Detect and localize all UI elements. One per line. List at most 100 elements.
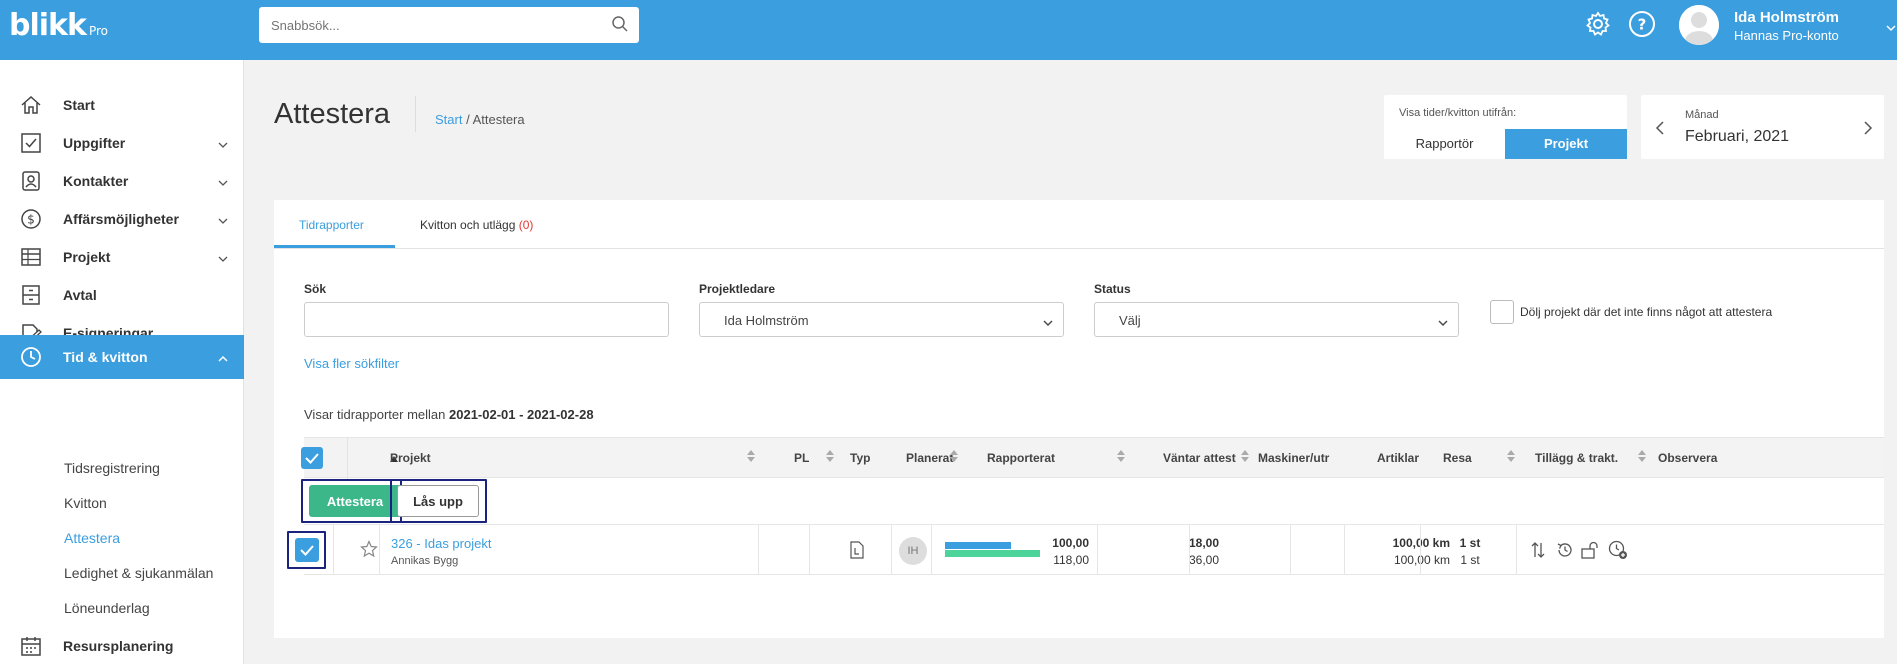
waiting-value-a: 18,00 — [1188, 536, 1219, 550]
month-label: Månad — [1685, 109, 1719, 121]
col-maskiner[interactable]: Maskiner/utr — [1258, 451, 1329, 465]
quick-search[interactable] — [259, 7, 639, 43]
date-range-prefix: Visar tidrapporter mellan — [304, 407, 449, 422]
column-divider — [333, 525, 334, 575]
col-observera[interactable]: Observera — [1658, 451, 1717, 465]
chevron-down-icon — [1438, 315, 1448, 330]
chevron-down-icon — [218, 251, 228, 266]
sidebar-item-label: Resursplanering — [63, 638, 174, 654]
project-customer: Annikas Bygg — [391, 555, 459, 567]
col-typ[interactable]: Typ — [850, 451, 870, 465]
bulk-actions-row: Attestera Lås upp — [301, 478, 1884, 525]
tab-kvitton-label: Kvitton och utlägg — [420, 218, 516, 232]
status-value: Välj — [1119, 313, 1141, 328]
row-checkbox[interactable] — [295, 538, 319, 562]
column-divider — [379, 525, 380, 575]
sidebar-item-label: Start — [63, 97, 95, 113]
column-divider — [758, 525, 759, 575]
history-icon[interactable] — [1556, 541, 1574, 562]
col-tillagg[interactable]: Tillägg & trakt. — [1535, 451, 1618, 465]
avatar[interactable] — [1679, 5, 1719, 45]
sort-icon[interactable] — [1241, 449, 1249, 466]
column-divider — [347, 438, 348, 479]
projektledare-select[interactable]: Ida Holmström — [699, 302, 1064, 337]
user-account[interactable]: Hannas Pro-konto — [1734, 28, 1839, 43]
sidebar-item-label: Kontakter — [63, 173, 129, 189]
checkbox-icon — [20, 132, 42, 157]
sidebar-item-tid-kvitton[interactable]: Tid & kvitton — [0, 335, 244, 379]
logo[interactable]: blikk Pro — [9, 8, 108, 43]
col-vantar-attest[interactable]: Väntar attest — [1163, 451, 1236, 465]
clock-icon — [20, 346, 42, 371]
breadcrumb-current: Attestera — [472, 112, 525, 127]
column-divider — [931, 525, 932, 575]
sort-icon[interactable] — [826, 449, 834, 466]
sidebar-subitem-attestera[interactable]: Attestera — [64, 530, 120, 546]
chevron-right-icon[interactable] — [1863, 120, 1873, 139]
sort-icon[interactable] — [1117, 449, 1125, 466]
hide-projects-checkbox[interactable] — [1490, 300, 1514, 324]
sidebar-item-resursplanering[interactable]: Resursplanering — [0, 624, 244, 664]
sort-icon[interactable] — [1638, 449, 1646, 466]
title-divider — [415, 96, 416, 132]
col-rapporterat[interactable]: Rapporterat — [987, 451, 1055, 465]
chevron-down-icon — [218, 137, 228, 152]
status-select[interactable]: Välj — [1094, 302, 1459, 337]
chevron-left-icon[interactable] — [1655, 120, 1665, 139]
projektledare-label: Projektledare — [699, 282, 776, 296]
col-artiklar[interactable]: Artiklar — [1377, 451, 1419, 465]
sidebar-item-label: Tid & kvitton — [63, 349, 148, 365]
sidebar-item-label: Affärsmöjligheter — [63, 211, 179, 227]
main-panel: Tidrapporter Kvitton och utlägg (0) Sök … — [274, 200, 1884, 638]
view-option-rapportor[interactable]: Rapportör — [1384, 129, 1505, 159]
unlock-icon[interactable] — [1581, 541, 1601, 562]
col-pl[interactable]: PL — [794, 451, 809, 465]
search-field[interactable] — [304, 302, 669, 337]
view-option-projekt[interactable]: Projekt — [1505, 129, 1627, 159]
chevron-down-icon — [218, 175, 228, 190]
breadcrumb-home-link[interactable]: Start — [435, 112, 462, 127]
col-planerat[interactable]: Planerat — [906, 451, 953, 465]
pl-badge: IH — [899, 537, 927, 565]
date-range-text: Visar tidrapporter mellan 2021-02-01 - 2… — [304, 407, 594, 422]
more-filters-link[interactable]: Visa fler sökfilter — [304, 356, 399, 371]
clock-add-icon[interactable] — [1608, 540, 1628, 563]
column-divider — [1516, 525, 1517, 575]
extra-value-a: 1 st — [1459, 536, 1481, 550]
calendar-icon — [20, 635, 42, 660]
column-divider — [1420, 525, 1421, 575]
attest-button[interactable]: Attestera — [309, 485, 401, 517]
star-icon[interactable] — [360, 540, 378, 561]
gear-icon[interactable] — [1584, 10, 1612, 41]
status-label: Status — [1094, 282, 1131, 296]
unlock-button[interactable]: Lås upp — [397, 485, 479, 517]
select-all-checkbox[interactable] — [301, 447, 323, 469]
month-value[interactable]: Februari, 2021 — [1685, 128, 1789, 146]
project-link[interactable]: 326 - Idas projekt — [391, 536, 491, 551]
column-divider — [1344, 525, 1345, 575]
breadcrumb-separator: / — [462, 112, 473, 127]
tab-kvitton-utlagg[interactable]: Kvitton och utlägg (0) — [420, 218, 533, 232]
search-icon[interactable] — [611, 15, 629, 36]
chevron-down-icon[interactable] — [1886, 20, 1896, 35]
user-name[interactable]: Ida Holmström — [1734, 9, 1839, 26]
tab-tidrapporter[interactable]: Tidrapporter — [299, 218, 364, 232]
sidebar-subitem-loneunderlag[interactable]: Löneunderlag — [64, 600, 150, 616]
col-resa[interactable]: Resa — [1443, 451, 1472, 465]
column-divider — [809, 525, 810, 575]
col-projekt[interactable]: Projekt — [390, 451, 431, 465]
sidebar-subitem-tidsregistrering[interactable]: Tidsregistrering — [64, 460, 160, 476]
sort-icon[interactable] — [747, 449, 755, 466]
view-toggle-label: Visa tider/kvitton utifrån: — [1399, 107, 1517, 119]
sort-icon[interactable] — [950, 449, 958, 466]
help-icon[interactable]: ? — [1628, 10, 1656, 41]
table-row: 326 - Idas projekt Annikas Bygg IH 100,0… — [287, 525, 1884, 575]
sort-icon[interactable] — [1507, 449, 1515, 466]
date-range-value: 2021-02-01 - 2021-02-28 — [449, 407, 594, 422]
projektledare-value: Ida Holmström — [724, 313, 809, 328]
sort-arrows-icon[interactable] — [1530, 541, 1546, 562]
quick-search-input[interactable] — [259, 7, 579, 43]
sidebar-subitem-ledighet[interactable]: Ledighet & sjukanmälan — [64, 565, 213, 581]
dollar-icon: $ — [20, 208, 42, 233]
sidebar-subitem-kvitton[interactable]: Kvitton — [64, 495, 107, 511]
